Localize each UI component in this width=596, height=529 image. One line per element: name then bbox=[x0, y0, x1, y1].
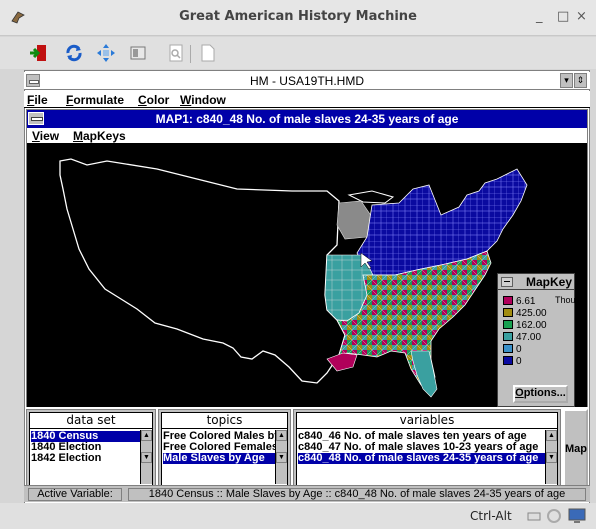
list-item[interactable]: Male Slaves by Age bbox=[163, 453, 276, 464]
scroll-up-arrow[interactable]: ▲ bbox=[546, 430, 557, 441]
dataset-header: data set bbox=[30, 413, 152, 429]
status-bar: Active Variable: 1840 Census :: Male Sla… bbox=[24, 485, 590, 502]
exit-icon[interactable] bbox=[28, 43, 48, 63]
list-item[interactable]: Free Colored Males by bbox=[163, 431, 276, 442]
mapkey-units: Thous bbox=[555, 295, 581, 305]
menu-formulate[interactable]: Formulate bbox=[66, 93, 124, 107]
mapkey-label: 6.61 bbox=[516, 296, 536, 307]
mapkey-label: 47.00 bbox=[516, 332, 542, 343]
mapkey-options-button[interactable]: Options... bbox=[513, 385, 568, 403]
scroll-down-arrow[interactable]: ▼ bbox=[276, 452, 287, 463]
topics-panel: topics Free Colored Males by Free Colore… bbox=[158, 409, 291, 489]
variables-scrollbar[interactable]: ▲ ▼ bbox=[545, 430, 557, 484]
active-variable-label: Active Variable: bbox=[28, 488, 122, 501]
topics-header: topics bbox=[162, 413, 287, 429]
mapkey-swatch bbox=[503, 296, 513, 305]
scroll-down-arrow[interactable]: ▼ bbox=[546, 452, 557, 463]
menu-view[interactable]: View bbox=[32, 129, 59, 143]
mapkey-label: 0 bbox=[516, 344, 522, 355]
main-menubar: File Formulate Color Window bbox=[24, 91, 590, 108]
menu-file[interactable]: File bbox=[27, 93, 48, 107]
map-window-menubar: View MapKeys bbox=[27, 128, 587, 144]
dataset-list: data set 1840 Census 1840 Election 1842 … bbox=[29, 412, 153, 486]
menu-window[interactable]: Window bbox=[180, 93, 226, 107]
list-item[interactable]: 1842 Election bbox=[31, 453, 141, 464]
document-title: HM - USA19TH.HMD bbox=[249, 74, 364, 88]
variables-list: variables c840_46 No. of male slaves ten… bbox=[296, 412, 558, 486]
mapkey-swatch bbox=[503, 308, 513, 317]
dataset-panel: data set 1840 Census 1840 Election 1842 … bbox=[26, 409, 156, 489]
topics-list: topics Free Colored Males by Free Colore… bbox=[161, 412, 288, 486]
close-button[interactable]: × bbox=[576, 9, 587, 24]
region-wisconsin bbox=[336, 200, 373, 240]
bottom-bar: Ctrl-Alt bbox=[0, 503, 596, 529]
variables-panel: variables c840_46 No. of male slaves ten… bbox=[293, 409, 561, 489]
mapkey-label: 425.00 bbox=[516, 308, 547, 319]
mapkey-swatch bbox=[503, 332, 513, 341]
mapkey-title: MapKey bbox=[526, 275, 573, 289]
mapkey-label: 162.00 bbox=[516, 320, 547, 331]
list-item[interactable]: c840_48 No. of male slaves 24-35 years o… bbox=[298, 453, 546, 464]
sync-icon[interactable] bbox=[546, 508, 562, 524]
mapkey-system-menu[interactable] bbox=[501, 277, 513, 287]
document-restore-button[interactable]: ⇕ bbox=[574, 73, 587, 88]
menu-mapkeys[interactable]: MapKeys bbox=[73, 129, 126, 143]
window-title: Great American History Machine bbox=[179, 9, 417, 24]
refresh-icon[interactable] bbox=[64, 43, 84, 63]
mapkey-panel: MapKey Thous 6.61 425.00 162.00 47.00 0 … bbox=[497, 273, 580, 407]
document-titlebar: HM - USA19TH.HMD ▾ ⇕ bbox=[24, 72, 590, 90]
scroll-up-arrow[interactable]: ▲ bbox=[276, 430, 287, 441]
mapkey-label: 0 bbox=[516, 356, 522, 367]
topics-scrollbar[interactable]: ▲ ▼ bbox=[275, 430, 287, 484]
preview-icon[interactable] bbox=[166, 43, 186, 63]
toolbar-separator bbox=[190, 45, 191, 63]
map-window-title: MAP1: c840_48 No. of male slaves 24-35 y… bbox=[155, 112, 459, 126]
mapkey-swatch bbox=[503, 320, 513, 329]
mapkey-swatch bbox=[503, 344, 513, 353]
minimize-button[interactable]: _ bbox=[536, 9, 543, 24]
us-outline bbox=[59, 158, 346, 384]
active-variable-value: 1840 Census :: Male Slaves by Age :: c84… bbox=[128, 488, 586, 501]
map-window-titlebar: MAP1: c840_48 No. of male slaves 24-35 y… bbox=[27, 110, 587, 128]
list-item[interactable]: c840_47 No. of male slaves 10-23 years o… bbox=[298, 442, 546, 453]
shortcut-hint: Ctrl-Alt bbox=[470, 509, 512, 523]
panel-icon[interactable] bbox=[128, 43, 148, 63]
move-icon[interactable] bbox=[96, 43, 116, 63]
dataset-scrollbar[interactable]: ▲ ▼ bbox=[140, 430, 152, 484]
scroll-down-arrow[interactable]: ▼ bbox=[141, 452, 152, 463]
title-bar: Great American History Machine _ □ × bbox=[0, 0, 596, 36]
list-item[interactable]: Free Colored Females bbox=[163, 442, 276, 453]
maximize-button[interactable]: □ bbox=[557, 9, 569, 24]
mapkey-swatch bbox=[503, 356, 513, 365]
menu-color[interactable]: Color bbox=[138, 93, 169, 107]
document-icon[interactable] bbox=[198, 43, 218, 63]
list-item[interactable]: 1840 Census bbox=[31, 431, 141, 442]
scroll-up-arrow[interactable]: ▲ bbox=[141, 430, 152, 441]
map-button[interactable]: Map bbox=[563, 409, 588, 489]
document-minimize-button[interactable]: ▾ bbox=[560, 73, 573, 88]
toolbar bbox=[0, 37, 596, 69]
monitor-icon[interactable] bbox=[568, 507, 586, 525]
variables-header: variables bbox=[297, 413, 557, 429]
list-item[interactable]: 1840 Election bbox=[31, 442, 141, 453]
mapkey-titlebar: MapKey bbox=[498, 274, 574, 290]
keyboard-icon[interactable] bbox=[527, 509, 541, 523]
list-item[interactable]: c840_46 No. of male slaves ten years of … bbox=[298, 431, 546, 442]
region-north bbox=[356, 168, 528, 276]
